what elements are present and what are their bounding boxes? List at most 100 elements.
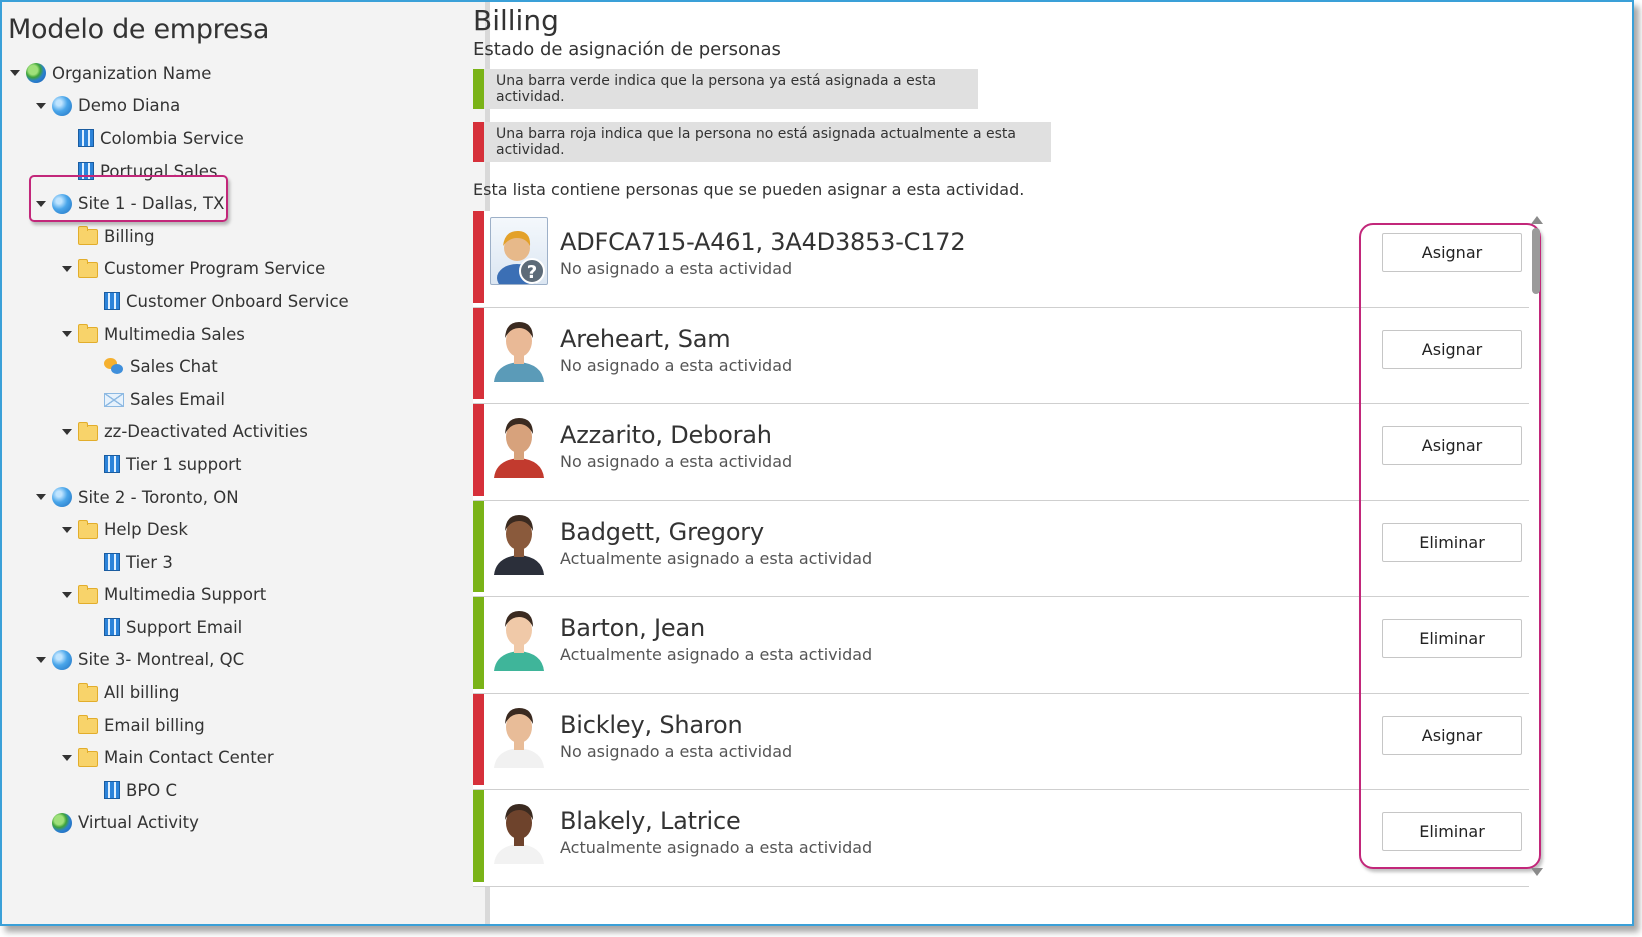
- expand-caret-icon[interactable]: [36, 102, 46, 109]
- scroll-thumb[interactable]: [1532, 228, 1540, 294]
- activity-title: Billing: [473, 4, 559, 37]
- tree-node[interactable]: All billing: [2, 676, 485, 709]
- tree-node[interactable]: Virtual Activity: [2, 807, 485, 840]
- tree-node-label: Site 1 - Dallas, TX: [78, 194, 225, 214]
- tree-node[interactable]: Main Contact Center: [2, 741, 485, 774]
- tree-node[interactable]: Multimedia Support: [2, 579, 485, 612]
- person-name: Bickley, Sharon: [560, 710, 743, 739]
- folder-icon: [78, 519, 98, 539]
- unassigned-status-bar: [473, 404, 484, 496]
- building-icon: [104, 553, 120, 572]
- person-row[interactable]: Bickley, Sharon No asignado a esta activi…: [473, 693, 1529, 790]
- scroll-up-arrow-icon[interactable]: [1531, 216, 1543, 224]
- expand-caret-icon[interactable]: [10, 70, 20, 77]
- expand-caret-icon[interactable]: [62, 428, 72, 435]
- expand-caret-icon[interactable]: [36, 200, 46, 207]
- tree-node[interactable]: Demo Diana: [2, 90, 485, 123]
- expand-caret-icon[interactable]: [62, 526, 72, 533]
- tree-node-label: Multimedia Sales: [104, 324, 245, 344]
- person-row[interactable]: Barton, Jean Actualmente asignado a esta …: [473, 597, 1529, 694]
- folder-icon: [78, 682, 98, 702]
- expand-caret-icon[interactable]: [62, 331, 72, 338]
- tree-node-label: All billing: [104, 683, 180, 703]
- expand-caret-icon[interactable]: [36, 494, 46, 501]
- tree-node[interactable]: Tier 1 support: [2, 448, 485, 481]
- expand-caret-icon[interactable]: [62, 754, 72, 761]
- tree-node[interactable]: Portugal Sales: [2, 155, 485, 188]
- tree-node[interactable]: Tier 3: [2, 546, 485, 579]
- tree-node-label: Email billing: [104, 715, 205, 735]
- expand-caret-icon[interactable]: [62, 265, 72, 272]
- assign-button[interactable]: Asignar: [1382, 715, 1522, 755]
- person-row[interactable]: ? ADFCA715-A461, 3A4D3853-C172 No asignado…: [473, 211, 1529, 308]
- legend-assigned: Una barra verde indica que la persona ya…: [473, 69, 978, 109]
- person-name: Areheart, Sam: [560, 324, 731, 353]
- tree-node[interactable]: Sales Chat: [2, 350, 485, 383]
- tree-node[interactable]: BPO C: [2, 774, 485, 807]
- person-row[interactable]: Areheart, Sam No asignado a esta activida…: [473, 307, 1529, 404]
- assignment-status: Actualmente asignado a esta actividad: [560, 548, 873, 568]
- globe-icon: [52, 487, 72, 508]
- expand-caret-icon[interactable]: [36, 656, 46, 663]
- person-row[interactable]: Blakely, Latrice Actualmente asignado a e…: [473, 790, 1529, 887]
- building-icon: [78, 162, 94, 181]
- tree-node-label: Demo Diana: [78, 96, 181, 116]
- assignment-status: No asignado a esta actividad: [560, 355, 793, 375]
- avatar: [490, 603, 548, 671]
- building-icon: [104, 618, 120, 637]
- tree-node-label: Tier 3: [126, 552, 173, 572]
- assignment-status: Actualmente asignado a esta actividad: [560, 838, 873, 857]
- assigned-status-bar: [473, 500, 484, 592]
- tree-node[interactable]: Customer Program Service: [2, 253, 485, 286]
- assigned-status-bar: [473, 597, 484, 689]
- remove-button[interactable]: Eliminar: [1382, 522, 1522, 562]
- person-row[interactable]: Badgett, Gregory Actualmente asignado a e…: [473, 500, 1529, 597]
- app-window: Modelo de empresa Organization Name Demo …: [0, 0, 1634, 926]
- tree-node-label: Customer Onboard Service: [126, 291, 349, 311]
- tree-node-label: Site 2 - Toronto, ON: [78, 487, 239, 507]
- assign-button[interactable]: Asignar: [1382, 426, 1522, 465]
- assignment-status: No asignado a esta actividad: [560, 741, 793, 761]
- tree-node[interactable]: Organization Name: [2, 57, 485, 90]
- tree-node[interactable]: Site 3- Montreal, QC: [2, 644, 485, 677]
- scroll-down-arrow-icon[interactable]: [1531, 868, 1543, 876]
- tree-node-label: BPO C: [126, 780, 178, 800]
- tree-node-label: Organization Name: [52, 63, 212, 83]
- chat-icon: [104, 357, 124, 377]
- tree-node-label: Sales Email: [130, 389, 225, 409]
- person-name: Barton, Jean: [560, 614, 705, 642]
- folder-icon: [78, 747, 98, 767]
- svg-text:?: ?: [527, 262, 537, 283]
- remove-button[interactable]: Eliminar: [1382, 619, 1522, 658]
- folder-icon: [78, 421, 98, 441]
- tree-node[interactable]: Customer Onboard Service: [2, 285, 485, 318]
- tree-node[interactable]: Email billing: [2, 709, 485, 742]
- tree-node-label: Virtual Activity: [78, 813, 199, 833]
- expand-caret-icon[interactable]: [62, 591, 72, 598]
- tree-node[interactable]: Multimedia Sales: [2, 318, 485, 351]
- enterprise-tree: Organization Name Demo Diana Colombia Serv…: [2, 57, 485, 839]
- tree-node[interactable]: Colombia Service: [2, 122, 485, 155]
- folder-icon: [78, 715, 98, 735]
- building-icon: [104, 292, 120, 311]
- tree-node[interactable]: Site 2 - Toronto, ON: [2, 481, 485, 514]
- tree-node[interactable]: Billing: [2, 220, 485, 253]
- assignment-status: Actualmente asignado a esta actividad: [560, 645, 873, 664]
- building-icon: [104, 455, 120, 474]
- tree-node[interactable]: zz-Deactivated Activities: [2, 416, 485, 449]
- tree-node[interactable]: Site 1 - Dallas, TX: [2, 187, 485, 220]
- assign-button[interactable]: Asignar: [1382, 233, 1522, 272]
- mail-icon: [104, 393, 124, 408]
- people-list-scrollbar[interactable]: [1530, 216, 1544, 876]
- remove-button[interactable]: Eliminar: [1382, 812, 1522, 851]
- person-row[interactable]: Azzarito, Deborah No asignado a esta acti…: [473, 404, 1529, 501]
- tree-node-label: Tier 1 support: [126, 454, 242, 474]
- folder-icon: [78, 226, 98, 246]
- tree-node[interactable]: Sales Email: [2, 383, 485, 416]
- assign-button[interactable]: Asignar: [1382, 329, 1522, 369]
- red-bar-swatch: [473, 122, 484, 162]
- tree-node[interactable]: Support Email: [2, 611, 485, 644]
- legend-unassigned: Una barra roja indica que la persona no …: [473, 122, 1051, 162]
- tree-node[interactable]: Help Desk: [2, 513, 485, 546]
- person-name: ADFCA715-A461, 3A4D3853-C172: [560, 228, 966, 256]
